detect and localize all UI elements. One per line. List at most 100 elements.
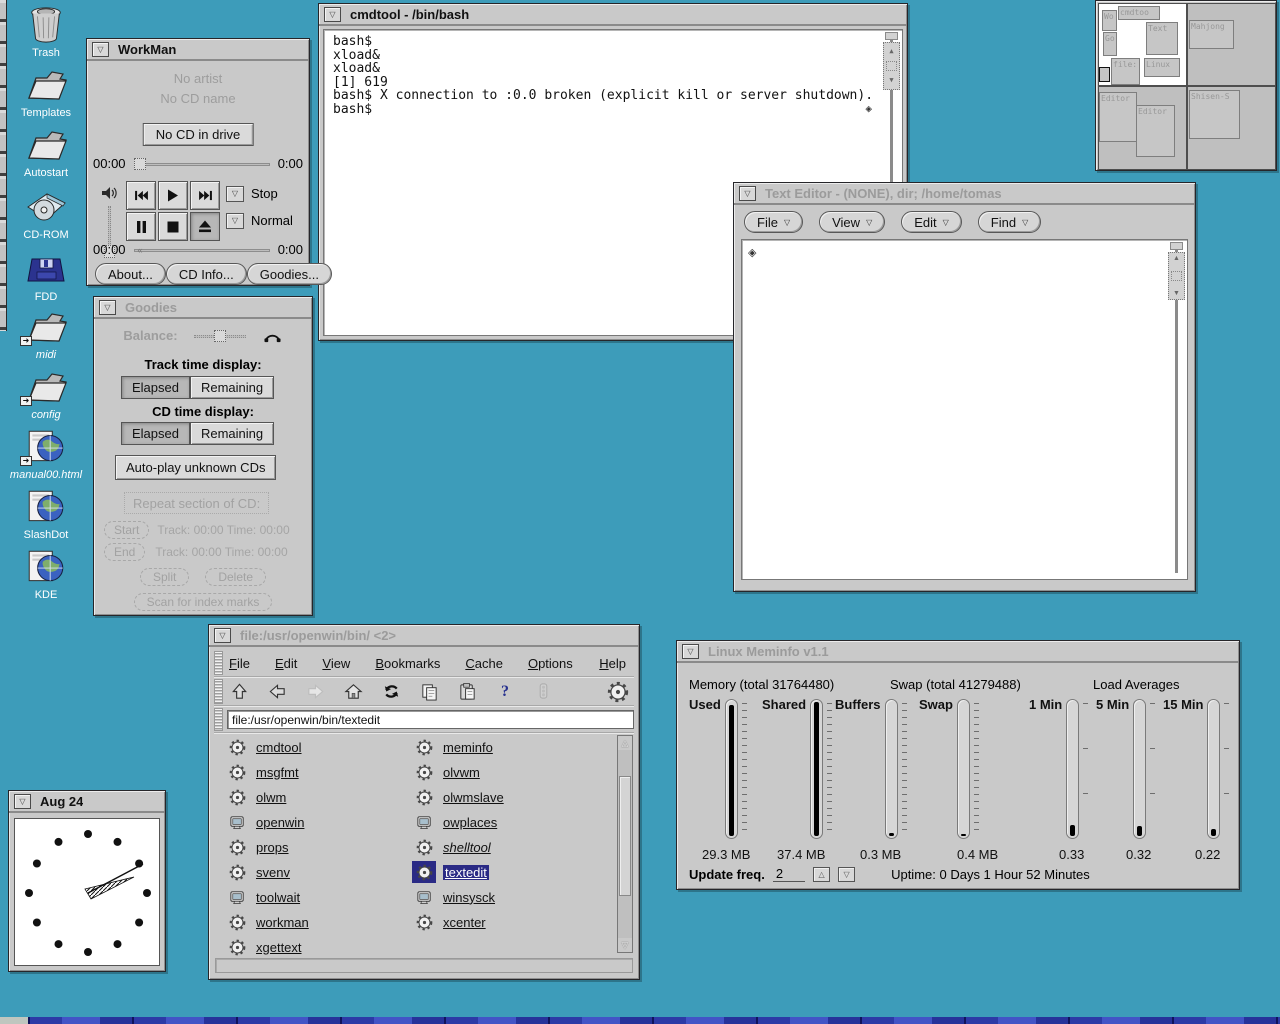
delete-button[interactable]: Delete [205, 568, 266, 586]
desktop-icon-config[interactable]: ➜ config [6, 366, 86, 421]
toolbar-grip[interactable] [214, 651, 223, 675]
help-icon[interactable]: ? [493, 681, 517, 703]
desktop-icon-manual00-html[interactable]: ➜ manual00.html [6, 426, 86, 481]
track-position-slider[interactable] [134, 157, 270, 171]
pager-mini-editor-2[interactable]: Editor [1136, 105, 1175, 157]
cd-info-button[interactable]: CD Info... [166, 263, 247, 285]
scrollbar-elevator[interactable]: ▲ ▼ [883, 42, 900, 90]
menu-cache[interactable]: Cache [463, 656, 505, 671]
up-arrow-icon[interactable] [227, 681, 251, 703]
list-item[interactable]: workman [225, 912, 309, 932]
desktop-icon-fdd[interactable]: FDD [6, 248, 86, 303]
list-item[interactable]: meminfo [412, 737, 493, 757]
scroll-down-icon[interactable]: ▽ [618, 938, 632, 952]
pager-mini-mahjong[interactable]: Mahjong [1189, 20, 1234, 49]
list-item[interactable]: olwmslave [412, 787, 504, 807]
menu-file[interactable]: File [227, 656, 252, 671]
pager-desktop-2[interactable]: Mahjong [1187, 3, 1276, 86]
desktop-icon-trash[interactable]: Trash [6, 4, 86, 59]
pager-mini-editor-1[interactable]: Editor [1099, 92, 1137, 142]
reload-icon[interactable] [379, 681, 403, 703]
previous-track-button[interactable] [126, 181, 156, 210]
next-track-button[interactable] [190, 181, 220, 210]
pager-mini-clock[interactable] [1099, 67, 1110, 82]
eject-button[interactable] [190, 212, 220, 241]
track-elapsed-button[interactable]: Elapsed [121, 376, 190, 399]
menu-view[interactable]: View [320, 656, 352, 671]
toolbar-grip[interactable] [214, 708, 223, 731]
balance-slider[interactable] [194, 329, 246, 343]
filemanager-titlebar[interactable]: ▽ file:/usr/openwin/bin/ <2> [209, 625, 639, 647]
list-item[interactable]: winsysck [412, 887, 495, 907]
start-button[interactable]: Start [104, 521, 149, 539]
end-button[interactable]: End [104, 543, 145, 561]
texteditor-titlebar[interactable]: ▽ Text Editor - (NONE), dir; /home/tomas [734, 183, 1195, 205]
desktop-icon-kde[interactable]: KDE [6, 546, 86, 601]
goodies-button[interactable]: Goodies... [247, 263, 332, 285]
pager-mini-workman[interactable]: Wo [1102, 10, 1117, 31]
stop-light-icon[interactable] [531, 681, 555, 703]
copy-icon[interactable] [417, 681, 441, 703]
scroll-grip[interactable] [1171, 271, 1182, 281]
list-item[interactable]: shelltool [412, 837, 491, 857]
window-menu-button[interactable]: ▽ [14, 794, 31, 809]
list-item[interactable]: olvwm [412, 762, 480, 782]
slider-thumb[interactable] [214, 330, 226, 342]
play-mode-menu-button[interactable]: ▽ [226, 186, 244, 202]
desktop-icon-autostart[interactable]: Autostart [6, 124, 86, 179]
window-menu-button[interactable]: ▽ [324, 7, 341, 22]
cd-elapsed-button[interactable]: Elapsed [121, 422, 190, 445]
cd-remaining-button[interactable]: Remaining [190, 422, 274, 445]
scroll-down-icon[interactable]: ▼ [889, 74, 893, 88]
pause-button[interactable] [126, 212, 156, 241]
menu-bookmarks[interactable]: Bookmarks [373, 656, 442, 671]
menu-find[interactable]: Find▽ [978, 211, 1041, 233]
scroll-up-icon[interactable]: ▲ [889, 45, 893, 59]
cd-position-slider[interactable]: « [134, 243, 270, 257]
home-icon[interactable] [341, 681, 365, 703]
list-item[interactable]: svenv [225, 862, 290, 882]
pager-mini-cmdtool[interactable]: cmdtoo [1118, 6, 1160, 20]
goodies-titlebar[interactable]: ▽ Goodies [94, 297, 312, 319]
back-arrow-icon[interactable] [265, 681, 289, 703]
menu-view[interactable]: View▽ [819, 211, 885, 233]
scrollbar-anchor[interactable] [885, 32, 898, 40]
window-menu-button[interactable]: ▽ [99, 300, 116, 315]
slider-thumb[interactable] [134, 158, 146, 170]
settings-gear-icon[interactable] [606, 681, 630, 703]
list-item[interactable]: props [225, 837, 289, 857]
menu-options[interactable]: Options [526, 656, 575, 671]
play-setting-menu-button[interactable]: ▽ [226, 213, 244, 229]
scrollbar-anchor[interactable] [1170, 242, 1183, 250]
menu-help[interactable]: Help [597, 656, 628, 671]
list-item[interactable]: openwin [225, 812, 304, 832]
url-input[interactable] [227, 710, 634, 729]
list-item[interactable]: olwm [225, 787, 286, 807]
list-item[interactable]: xgettext [225, 937, 302, 957]
pager-mini-texteditor[interactable]: Text [1146, 22, 1178, 55]
spin-down-button[interactable]: ▽ [838, 867, 855, 882]
scrollbar[interactable]: △ ▽ [617, 735, 633, 953]
list-item[interactable]: toolwait [225, 887, 300, 907]
toolbar-grip[interactable] [214, 679, 223, 704]
scrollbar[interactable]: ▲ ▼ [1168, 242, 1186, 577]
list-item[interactable]: msgfmt [225, 762, 299, 782]
scroll-grip[interactable] [886, 61, 897, 71]
autoplay-button[interactable]: Auto-play unknown CDs [115, 455, 276, 480]
scroll-up-icon[interactable]: △ [618, 736, 632, 750]
meminfo-titlebar[interactable]: ▽ Linux Meminfo v1.1 [677, 641, 1239, 663]
desktop-icon-midi[interactable]: ➜ midi [6, 306, 86, 361]
scan-index-button[interactable]: Scan for index marks [134, 593, 273, 611]
window-menu-button[interactable]: ▽ [682, 644, 699, 659]
cmdtool-titlebar[interactable]: ▽ cmdtool - /bin/bash [319, 4, 907, 26]
update-freq-input[interactable]: 2 [773, 866, 805, 882]
text-edit-area[interactable]: ◈ ▲ ▼ [741, 239, 1188, 580]
pager-desktop-1-current[interactable]: Wo cmdtoo Go Text file: Linux [1098, 3, 1187, 86]
scrollbar-elevator[interactable]: ▲ ▼ [1168, 252, 1185, 300]
stop-button[interactable] [158, 212, 188, 241]
list-item-selected[interactable]: textedit [412, 862, 489, 882]
menu-edit[interactable]: Edit▽ [901, 211, 962, 233]
window-menu-button[interactable]: ▽ [92, 42, 109, 57]
pager-mini-goodies[interactable]: Go [1103, 32, 1117, 56]
window-menu-button[interactable]: ▽ [214, 628, 231, 643]
